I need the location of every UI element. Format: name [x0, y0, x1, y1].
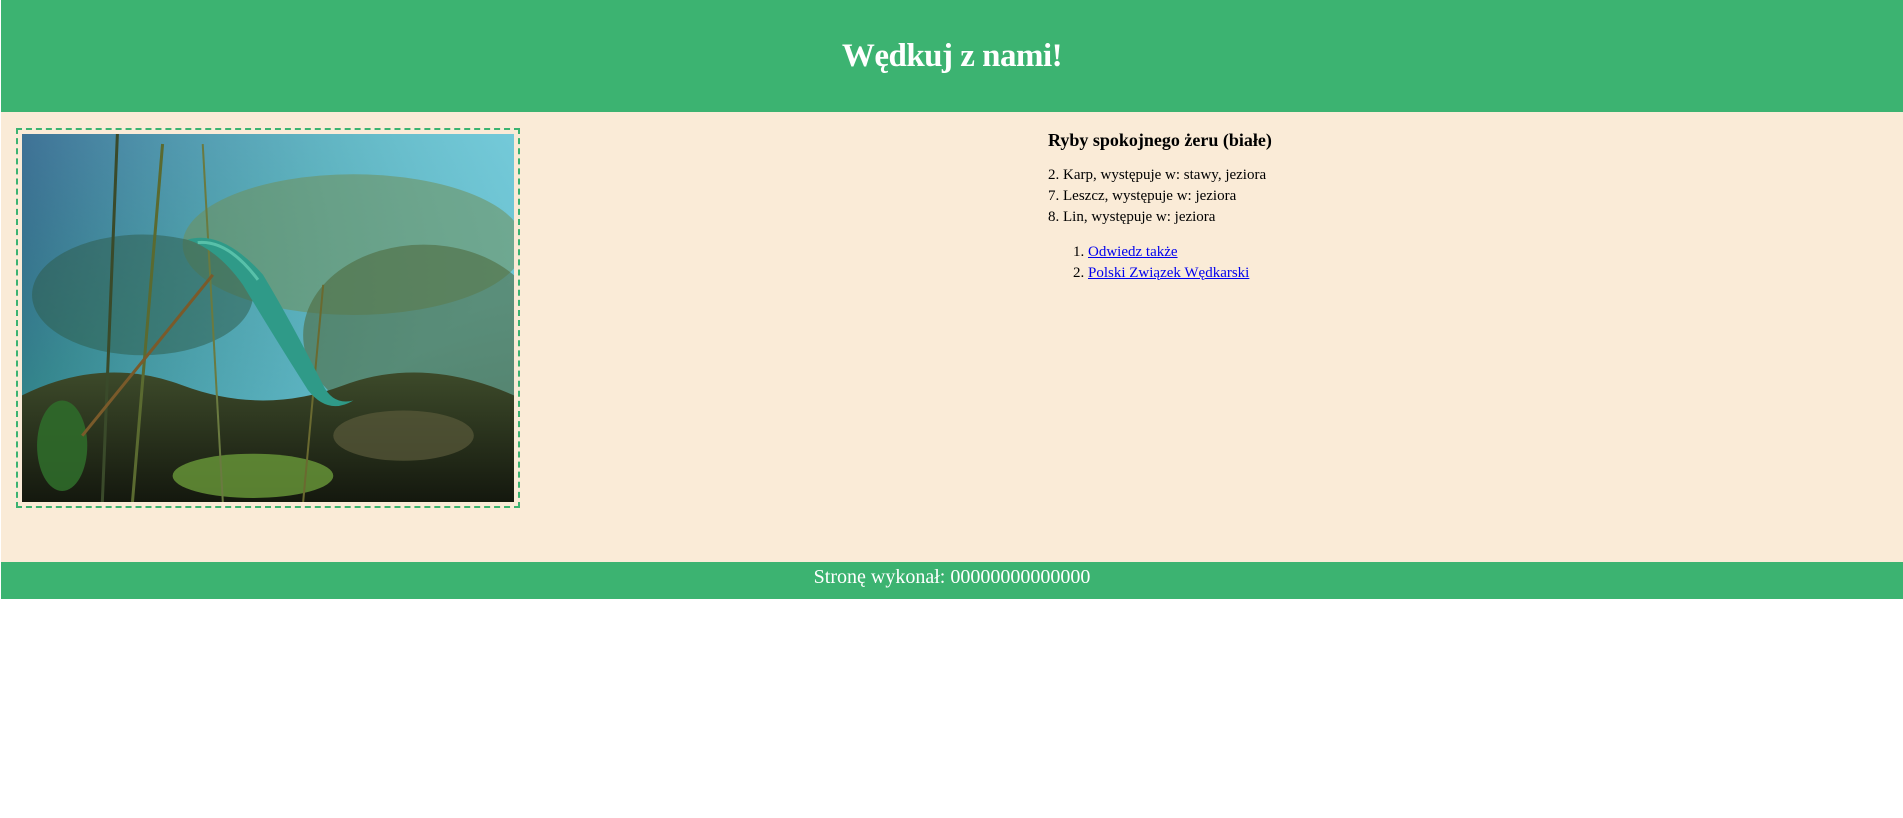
fish-list: 2. Karp, występuje w: stawy, jeziora 7. … [1048, 165, 1848, 228]
list-item: 7. Leszcz, występuje w: jeziora [1048, 188, 1237, 204]
fish-section: Ryby spokojnego żeru (białe) 2. Karp, wy… [1048, 130, 1848, 284]
pzw-link[interactable]: Polski Związek Wędkarski [1088, 265, 1249, 281]
list-item: 2. Karp, występuje w: stawy, jeziora [1048, 167, 1267, 183]
visit-also-link[interactable]: Odwiedz także [1088, 244, 1178, 260]
underwater-fish-photo [22, 134, 514, 502]
author-text: Stronę wykonał: 00000000000000 [813, 566, 1091, 588]
photo-frame [16, 128, 520, 508]
main-section: Ryby spokojnego żeru (białe) 2. Karp, wy… [1, 112, 1903, 562]
list-item: Odwiedz także [1088, 242, 1848, 263]
list-item: Polski Związek Wędkarski [1088, 263, 1848, 284]
page-title: Wędkuj z nami! [841, 37, 1063, 74]
page-header: Wędkuj z nami! [1, 0, 1903, 112]
list-item: 8. Lin, występuje w: jeziora [1048, 209, 1216, 225]
links-list: Odwiedz także Polski Związek Wędkarski [1048, 242, 1848, 284]
section-title: Ryby spokojnego żeru (białe) [1048, 130, 1272, 150]
page-footer: Stronę wykonał: 00000000000000 [1, 562, 1903, 599]
